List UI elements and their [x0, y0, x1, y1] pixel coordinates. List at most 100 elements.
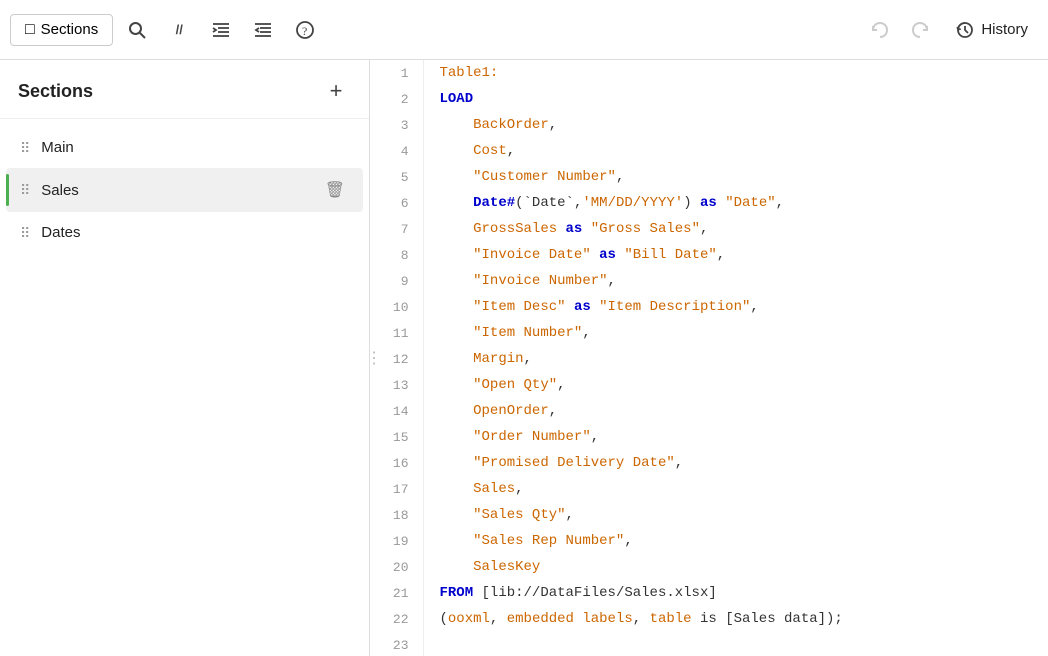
- table-row: 16 "Promised Delivery Date",: [378, 450, 1048, 476]
- toolbar-left: □ Sections //: [10, 12, 323, 48]
- sections-button[interactable]: □ Sections: [10, 14, 113, 46]
- line-number: 9: [378, 268, 423, 294]
- sidebar-items-list: ⠿ Main ⠿ Sales 🗑 ⠿ Dates: [0, 119, 369, 656]
- editor-area[interactable]: 1 Table1: 2 LOAD 3 BackOrder, 4 Cost, 5: [378, 60, 1048, 656]
- line-number: 7: [378, 216, 423, 242]
- indent-icon: [211, 20, 231, 40]
- undo-icon: [869, 20, 889, 40]
- table-row: 21 FROM [lib://DataFiles/Sales.xlsx]: [378, 580, 1048, 606]
- toolbar-right: History: [861, 12, 1038, 48]
- comment-icon: //: [176, 22, 183, 37]
- code-line[interactable]: "Open Qty",: [423, 372, 1048, 398]
- redo-button[interactable]: [903, 12, 939, 48]
- line-number: 23: [378, 632, 423, 656]
- code-line[interactable]: GrossSales as "Gross Sales",: [423, 216, 1048, 242]
- code-line[interactable]: "Invoice Date" as "Bill Date",: [423, 242, 1048, 268]
- search-button[interactable]: [119, 12, 155, 48]
- line-number: 20: [378, 554, 423, 580]
- table-row: 1 Table1:: [378, 60, 1048, 86]
- table-row: 17 Sales,: [378, 476, 1048, 502]
- code-line[interactable]: "Item Desc" as "Item Description",: [423, 294, 1048, 320]
- code-line[interactable]: Date#(`Date`,'MM/DD/YYYY') as "Date",: [423, 190, 1048, 216]
- line-number: 11: [378, 320, 423, 346]
- drag-handle-main: ⠿: [20, 141, 31, 155]
- code-table: 1 Table1: 2 LOAD 3 BackOrder, 4 Cost, 5: [378, 60, 1048, 656]
- code-line[interactable]: Cost,: [423, 138, 1048, 164]
- table-row: 8 "Invoice Date" as "Bill Date",: [378, 242, 1048, 268]
- line-number: 13: [378, 372, 423, 398]
- code-line[interactable]: "Sales Qty",: [423, 502, 1048, 528]
- code-line[interactable]: [423, 632, 1048, 656]
- line-number: 17: [378, 476, 423, 502]
- code-line[interactable]: "Invoice Number",: [423, 268, 1048, 294]
- outdent-button[interactable]: [245, 12, 281, 48]
- sidebar-item-sales[interactable]: ⠿ Sales 🗑: [6, 168, 363, 212]
- code-line[interactable]: FROM [lib://DataFiles/Sales.xlsx]: [423, 580, 1048, 606]
- table-row: 18 "Sales Qty",: [378, 502, 1048, 528]
- line-number: 18: [378, 502, 423, 528]
- code-line[interactable]: Sales,: [423, 476, 1048, 502]
- table-row: 20 SalesKey: [378, 554, 1048, 580]
- resize-handle[interactable]: [370, 60, 378, 656]
- line-number: 10: [378, 294, 423, 320]
- table-row: 14 OpenOrder,: [378, 398, 1048, 424]
- line-number: 6: [378, 190, 423, 216]
- drag-handle-dates: ⠿: [20, 226, 31, 240]
- sections-button-label: Sections: [41, 21, 99, 38]
- code-line[interactable]: LOAD: [423, 86, 1048, 112]
- line-number: 8: [378, 242, 423, 268]
- svg-text:?: ?: [302, 24, 307, 38]
- line-number: 2: [378, 86, 423, 112]
- table-row: 22 (ooxml, embedded labels, table is [Sa…: [378, 606, 1048, 632]
- table-row: 12 Margin,: [378, 346, 1048, 372]
- code-line[interactable]: Table1:: [423, 60, 1048, 86]
- table-row: 5 "Customer Number",: [378, 164, 1048, 190]
- search-icon: [127, 20, 147, 40]
- code-line[interactable]: OpenOrder,: [423, 398, 1048, 424]
- table-row: 15 "Order Number",: [378, 424, 1048, 450]
- drag-handle-sales: ⠿: [20, 183, 31, 197]
- sidebar-item-main[interactable]: ⠿ Main: [6, 129, 363, 166]
- sidebar-item-dates-label: Dates: [41, 224, 349, 241]
- history-icon: [955, 20, 975, 40]
- redo-icon: [911, 20, 931, 40]
- table-row: 23: [378, 632, 1048, 656]
- table-row: 3 BackOrder,: [378, 112, 1048, 138]
- code-line[interactable]: "Item Number",: [423, 320, 1048, 346]
- outdent-icon: [253, 20, 273, 40]
- line-number: 1: [378, 60, 423, 86]
- table-row: 11 "Item Number",: [378, 320, 1048, 346]
- code-line[interactable]: Margin,: [423, 346, 1048, 372]
- line-number: 5: [378, 164, 423, 190]
- table-row: 7 GrossSales as "Gross Sales",: [378, 216, 1048, 242]
- undo-button[interactable]: [861, 12, 897, 48]
- sidebar-item-main-label: Main: [41, 139, 349, 156]
- comment-button[interactable]: //: [161, 12, 197, 48]
- code-line[interactable]: (ooxml, embedded labels, table is [Sales…: [423, 606, 1048, 632]
- add-section-button[interactable]: +: [321, 76, 351, 106]
- add-icon: +: [330, 80, 343, 102]
- toolbar: □ Sections //: [0, 0, 1048, 60]
- code-line[interactable]: SalesKey: [423, 554, 1048, 580]
- code-line[interactable]: "Sales Rep Number",: [423, 528, 1048, 554]
- sidebar-item-dates[interactable]: ⠿ Dates: [6, 214, 363, 251]
- table-row: 2 LOAD: [378, 86, 1048, 112]
- sidebar: Sections + ⠿ Main ⠿ Sales 🗑 ⠿ Dates: [0, 60, 370, 656]
- line-number: 15: [378, 424, 423, 450]
- help-icon: ?: [295, 20, 315, 40]
- table-row: 4 Cost,: [378, 138, 1048, 164]
- indent-button[interactable]: [203, 12, 239, 48]
- help-button[interactable]: ?: [287, 12, 323, 48]
- history-button-label: History: [981, 21, 1028, 38]
- line-number: 4: [378, 138, 423, 164]
- sections-panel-icon: □: [25, 21, 35, 39]
- table-row: 19 "Sales Rep Number",: [378, 528, 1048, 554]
- code-line[interactable]: "Customer Number",: [423, 164, 1048, 190]
- history-button[interactable]: History: [945, 14, 1038, 46]
- code-line[interactable]: BackOrder,: [423, 112, 1048, 138]
- delete-sales-button[interactable]: 🗑: [321, 178, 349, 202]
- code-line[interactable]: "Promised Delivery Date",: [423, 450, 1048, 476]
- sidebar-title: Sections: [18, 81, 93, 102]
- code-line[interactable]: "Order Number",: [423, 424, 1048, 450]
- table-row: 6 Date#(`Date`,'MM/DD/YYYY') as "Date",: [378, 190, 1048, 216]
